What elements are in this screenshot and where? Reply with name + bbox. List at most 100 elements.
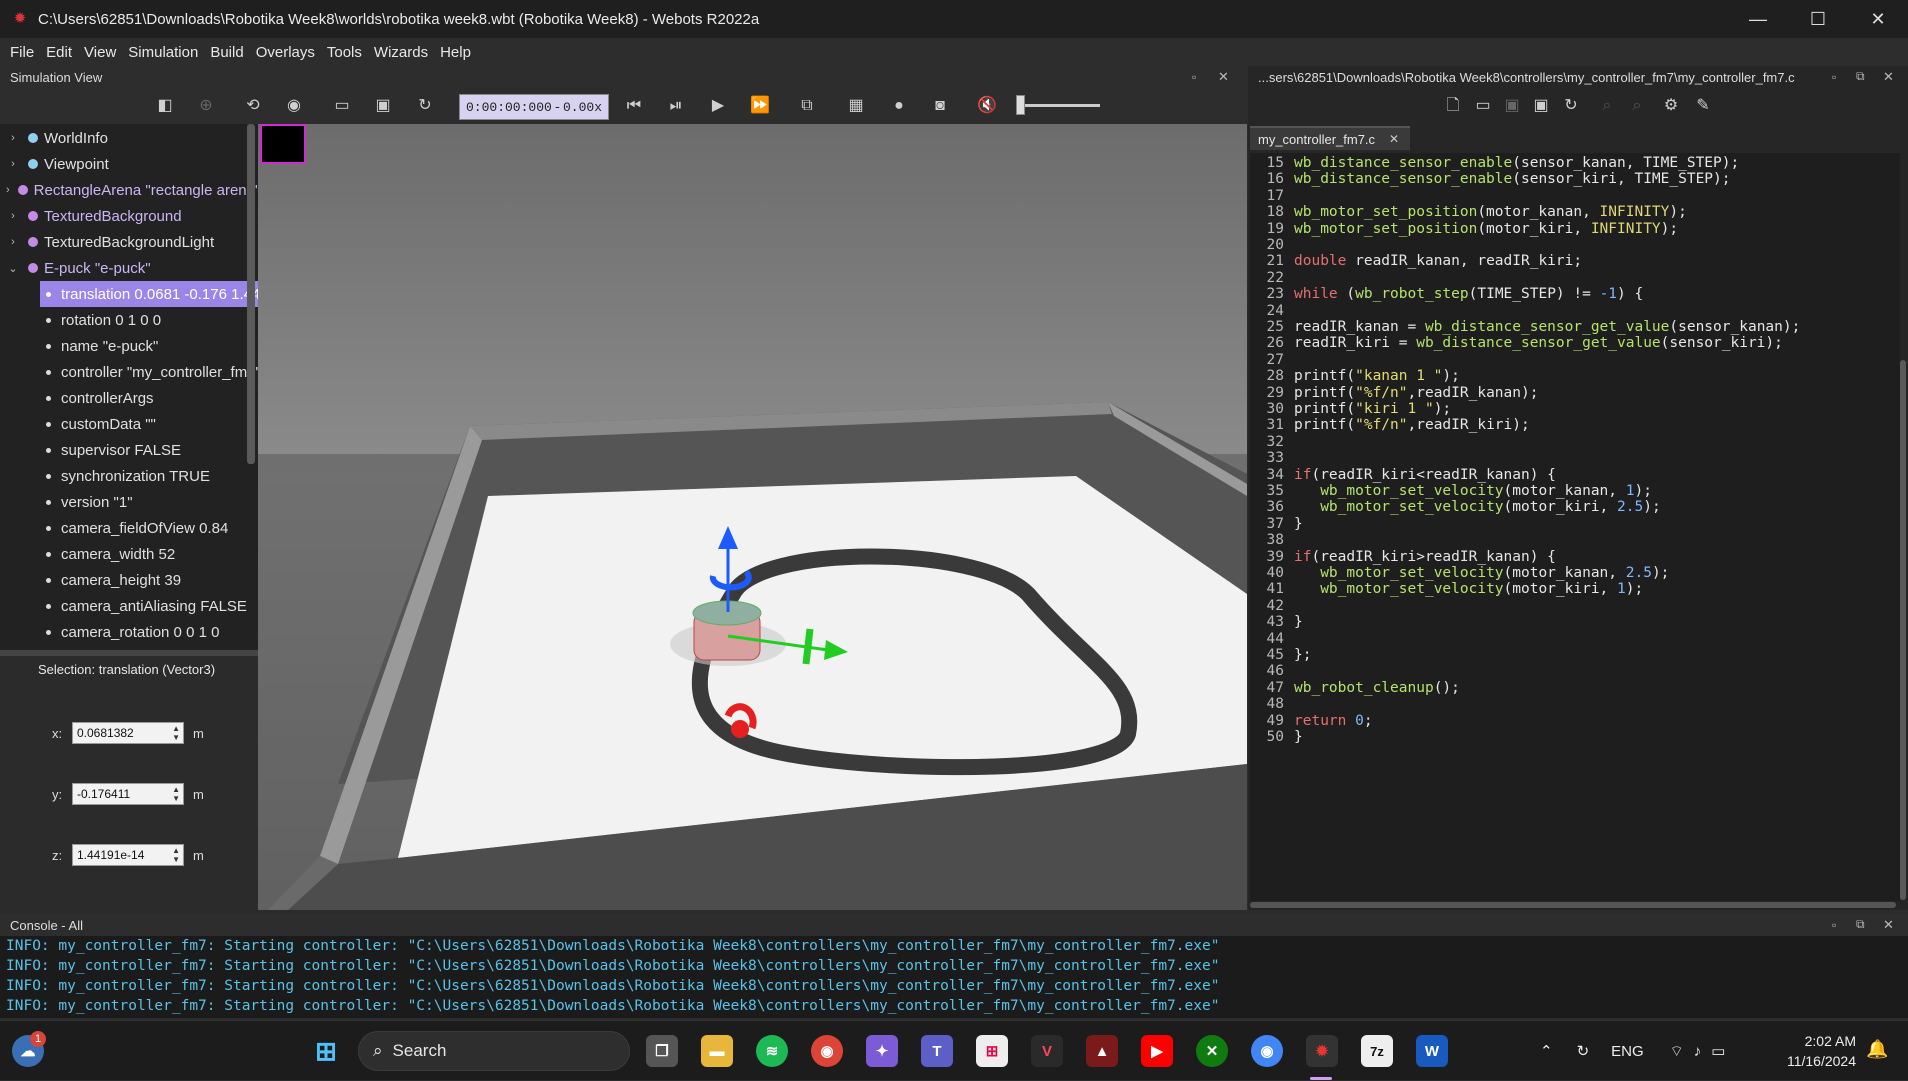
editor-tab[interactable]: my_controller_fm7.c ✕ [1250, 126, 1410, 150]
tree-field-supervisor[interactable]: supervisor FALSE [0, 437, 258, 463]
save-as-icon[interactable]: ▣ [1531, 96, 1551, 116]
xbox-icon[interactable]: ✕ [1196, 1035, 1228, 1067]
tree-field-name[interactable]: name "e-puck" [0, 333, 258, 359]
reload-world-icon[interactable]: ↻ [415, 96, 435, 116]
build-gear-icon[interactable]: ⚙ [1661, 96, 1681, 116]
chevron-right-icon[interactable]: › [6, 236, 20, 248]
close-pane-icon[interactable]: ✕ [1883, 69, 1894, 85]
toggle-scene-tree-icon[interactable]: ◧ [155, 96, 175, 116]
undock-pane-icon[interactable]: ⧉ [1856, 917, 1865, 932]
maximize-button[interactable]: ☐ [1788, 0, 1848, 38]
rotate-view-icon[interactable]: ⟲ [243, 96, 263, 116]
code-horizontal-scrollbar[interactable] [1250, 902, 1896, 908]
3d-viewport[interactable] [258, 124, 1247, 910]
menu-help[interactable]: Help [440, 44, 471, 61]
game-icon[interactable]: ▲ [1086, 1035, 1118, 1067]
movie-icon[interactable]: ▦ [846, 96, 866, 116]
wifi-icon[interactable]: ⌔ [1670, 1042, 1684, 1061]
x-field[interactable]: 0.0681382 ▲ ▼ [72, 722, 184, 744]
tree-node-worldinfo[interactable]: › WorldInfo [0, 125, 258, 151]
tree-field-camera-height[interactable]: camera_height 39 [0, 567, 258, 593]
start-menu-icon[interactable]: ⊞ [310, 1035, 342, 1067]
minimize-button[interactable]: — [1728, 0, 1788, 38]
menu-view[interactable]: View [84, 44, 116, 61]
run-icon[interactable]: ▶ [708, 96, 728, 116]
tree-field-camera-width[interactable]: camera_width 52 [0, 541, 258, 567]
tree-field-rotation[interactable]: rotation 0 1 0 0 [0, 307, 258, 333]
tree-field-camera-fov[interactable]: camera_fieldOfView 0.84 [0, 515, 258, 541]
menu-simulation[interactable]: Simulation [128, 44, 198, 61]
microsoft-store-icon[interactable]: ⊞ [976, 1035, 1008, 1067]
tree-field-synchronization[interactable]: synchronization TRUE [0, 463, 258, 489]
copilot-icon[interactable]: ✦ [866, 1035, 898, 1067]
youtube-icon[interactable]: ▶ [1141, 1035, 1173, 1067]
mute-icon[interactable]: 🔇 [977, 96, 997, 116]
notification-bell-icon[interactable]: 🔔 [1866, 1039, 1888, 1060]
chevron-right-icon[interactable]: › [6, 210, 20, 222]
webots-taskbar-icon[interactable]: ✹ [1306, 1035, 1338, 1067]
revert-icon[interactable]: ↻ [1561, 96, 1581, 116]
chevron-right-icon[interactable]: › [6, 132, 20, 144]
camera-screenshot-icon[interactable]: ◙ [930, 96, 950, 116]
tree-node-texturedbackgroundlight[interactable]: › TexturedBackgroundLight [0, 229, 258, 255]
chrome-profile-icon[interactable]: ◉ [1251, 1035, 1283, 1067]
spinner-icon[interactable]: ▲ ▼ [172, 724, 180, 742]
close-tab-icon[interactable]: ✕ [1389, 132, 1399, 146]
search-box[interactable]: ⌕ Search [358, 1031, 630, 1071]
open-file-icon[interactable]: ▭ [1473, 96, 1493, 116]
open-world-icon[interactable]: ▭ [332, 96, 352, 116]
volume-slider[interactable] [1018, 104, 1100, 107]
chrome-icon[interactable]: ◉ [811, 1035, 843, 1067]
undock-pane-icon[interactable]: ⧉ [1856, 69, 1865, 84]
menu-file[interactable]: File [10, 44, 34, 61]
tree-field-controller[interactable]: controller "my_controller_fm7" [0, 359, 258, 385]
code-area[interactable]: 15 wb_distance_sensor_enable(sensor_kanan… [1250, 153, 1900, 901]
chevron-right-icon[interactable]: › [6, 158, 20, 170]
code-vertical-scrollbar[interactable] [1900, 360, 1906, 900]
menu-edit[interactable]: Edit [46, 44, 72, 61]
tree-node-texturedbackground[interactable]: › TexturedBackground [0, 203, 258, 229]
tree-field-camera-rotation[interactable]: camera_rotation 0 0 1 0 [0, 619, 258, 645]
teams-icon[interactable]: T [921, 1035, 953, 1067]
tree-node-epuck[interactable]: ⌄ E-puck "e-puck" [0, 255, 258, 281]
spinner-icon[interactable]: ▲ ▼ [172, 846, 180, 864]
menu-overlays[interactable]: Overlays [256, 44, 315, 61]
reset-simulation-icon[interactable]: ⏮ [624, 96, 644, 116]
float-pane-icon[interactable]: ▫ [1192, 70, 1196, 84]
fast-forward-icon[interactable]: ⏩ [750, 96, 770, 116]
spinner-icon[interactable]: ▲ ▼ [172, 785, 180, 803]
save-file-icon[interactable]: ▣ [1502, 96, 1522, 116]
float-pane-icon[interactable]: ▫ [1832, 70, 1836, 84]
y-field[interactable]: -0.176411 ▲ ▼ [72, 783, 184, 805]
tree-scrollbar[interactable] [247, 124, 255, 464]
render-toggle-icon[interactable]: ⧉ [797, 96, 817, 116]
find-icon[interactable]: ⌕ [1597, 96, 1617, 116]
tree-node-rectanglearena[interactable]: › RectangleArena "rectangle arena" [0, 177, 258, 203]
tree-node-viewpoint[interactable]: › Viewpoint [0, 151, 258, 177]
tree-field-customdata[interactable]: customData "" [0, 411, 258, 437]
menu-wizards[interactable]: Wizards [374, 44, 428, 61]
clock[interactable]: 2:02 AM 11/16/2024 [1770, 1031, 1856, 1071]
tree-field-controllerargs[interactable]: controllerArgs [0, 385, 258, 411]
chevron-up-icon[interactable]: ⌃ [1540, 1042, 1553, 1060]
word-icon[interactable]: W [1416, 1035, 1448, 1067]
close-pane-icon[interactable]: ✕ [1218, 69, 1229, 85]
volume-icon[interactable]: ♪ [1694, 1043, 1702, 1060]
record-icon[interactable]: ● [889, 96, 909, 116]
valorant-icon[interactable]: V [1031, 1035, 1063, 1067]
spotify-icon[interactable]: ≋ [756, 1035, 788, 1067]
menu-build[interactable]: Build [210, 44, 243, 61]
language-indicator[interactable]: ENG [1611, 1043, 1644, 1060]
file-explorer-icon[interactable]: ▬ [701, 1035, 733, 1067]
float-pane-icon[interactable]: ▫ [1832, 918, 1836, 932]
tree-field-camera-antialiasing[interactable]: camera_antiAliasing FALSE [0, 593, 258, 619]
sync-icon[interactable]: ↻ [1577, 1042, 1590, 1060]
battery-icon[interactable]: ▭ [1711, 1042, 1725, 1060]
chevron-right-icon[interactable]: › [6, 184, 10, 196]
tree-field-translation[interactable]: translation 0.0681 -0.176 1.44e-14 [40, 281, 258, 307]
eye-icon[interactable]: ◉ [284, 96, 304, 116]
tree-field-version[interactable]: version "1" [0, 489, 258, 515]
chevron-down-icon[interactable]: ⌄ [6, 262, 20, 275]
7zip-icon[interactable]: 7z [1361, 1035, 1393, 1067]
save-world-icon[interactable]: ▣ [373, 96, 393, 116]
